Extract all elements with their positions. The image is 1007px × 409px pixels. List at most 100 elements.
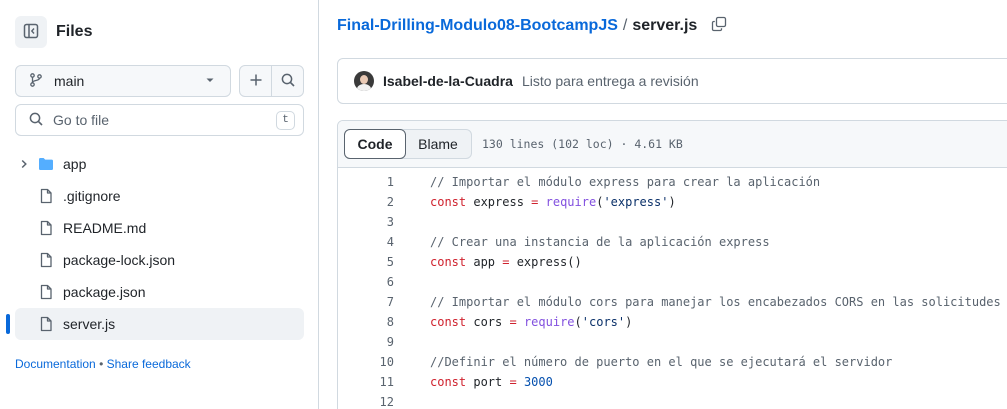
line-number[interactable]: 9: [338, 335, 394, 349]
branch-selector[interactable]: main: [15, 65, 231, 97]
tree-actions: [239, 65, 304, 97]
line-number[interactable]: 12: [338, 395, 394, 409]
search-icon: [280, 72, 296, 91]
search-icon: [28, 111, 44, 130]
line-number[interactable]: 3: [338, 215, 394, 229]
code-token: // Importar el módulo express para crear…: [430, 175, 821, 189]
code-lines: 1 // Importar el módulo express para crea…: [338, 168, 1007, 409]
code-token: cors: [466, 315, 510, 329]
search-code-button[interactable]: [272, 66, 303, 96]
line-content: // Importar el módulo express para crear…: [430, 175, 820, 189]
footer-separator: •: [99, 357, 104, 371]
line-content: const cors = require('cors'): [430, 315, 632, 329]
current-file-name: server.js: [632, 17, 698, 34]
file-icon: [38, 220, 54, 236]
tree-item-app[interactable]: app: [15, 148, 304, 180]
repo-link[interactable]: Final-Drilling-Modulo08-BootcampJS: [337, 17, 618, 35]
tree-item-gitignore[interactable]: .gitignore: [15, 180, 304, 212]
commit-author[interactable]: Isabel-de-la-Cuadra: [383, 73, 513, 89]
sidebar-header: Files: [15, 16, 92, 48]
code-token: ): [625, 315, 633, 329]
line-content: const port = 3000: [430, 375, 553, 389]
code-token: =: [509, 375, 517, 389]
file-icon: [38, 316, 54, 332]
active-item-indicator: [6, 314, 10, 334]
file-tree-sidebar: Files main Go to file t app .gitignore R…: [0, 0, 319, 409]
tree-item-readme[interactable]: README.md: [15, 212, 304, 244]
tree-item-label: README.md: [63, 220, 147, 236]
code-token: const: [430, 195, 467, 209]
branch-toolbar: main: [15, 65, 304, 97]
line-number[interactable]: 6: [338, 275, 394, 289]
code-token: const: [430, 375, 467, 389]
documentation-link[interactable]: Documentation: [15, 357, 96, 371]
code-line: 2 const express = require('express'): [338, 192, 1007, 212]
code-line: 12: [338, 392, 1007, 409]
code-token: require: [523, 315, 575, 329]
code-line: 7 // Importar el módulo cors para manejar…: [338, 292, 1007, 312]
plus-icon: [248, 72, 264, 91]
line-number[interactable]: 5: [338, 255, 394, 269]
code-line: 5 const app = express(): [338, 252, 1007, 272]
tab-blame[interactable]: Blame: [405, 130, 471, 158]
tree-item-package-lock[interactable]: package-lock.json: [15, 244, 304, 276]
line-number[interactable]: 2: [338, 195, 394, 209]
git-branch-icon: [28, 72, 44, 91]
breadcrumb-separator: /: [622, 17, 628, 34]
code-line: 4 // Crear una instancia de la aplicación…: [338, 232, 1007, 252]
commit-message[interactable]: Listo para entrega a revisión: [522, 73, 699, 89]
file-icon: [38, 284, 54, 300]
code-token: // Crear una instancia de la aplicación …: [430, 235, 770, 249]
keyboard-shortcut-hint: t: [276, 110, 295, 130]
tree-item-label: .gitignore: [63, 188, 121, 204]
copy-icon: [711, 16, 727, 37]
code-line: 1 // Importar el módulo express para crea…: [338, 172, 1007, 192]
avatar[interactable]: [354, 71, 374, 91]
add-file-button[interactable]: [240, 66, 272, 96]
line-content: // Crear una instancia de la aplicación …: [430, 235, 770, 249]
code-token: require: [545, 195, 597, 209]
file-stats: 130 lines (102 loc) · 4.61 KB: [482, 137, 683, 151]
chevron-right-icon[interactable]: [16, 158, 32, 170]
code-token: ): [668, 195, 676, 209]
line-number[interactable]: 8: [338, 315, 394, 329]
line-number[interactable]: 4: [338, 235, 394, 249]
line-number[interactable]: 10: [338, 355, 394, 369]
collapse-sidebar-button[interactable]: [15, 16, 47, 48]
code-token: =: [509, 315, 517, 329]
code-token: (: [574, 315, 582, 329]
tab-code[interactable]: Code: [344, 129, 406, 159]
sidebar-title: Files: [56, 23, 93, 40]
code-token: const: [430, 255, 467, 269]
code-token: express(): [509, 255, 582, 269]
code-viewer-header: Code Blame 130 lines (102 loc) · 4.61 KB: [338, 121, 1007, 168]
share-feedback-link[interactable]: Share feedback: [107, 357, 191, 371]
code-line: 8 const cors = require('cors'): [338, 312, 1007, 332]
code-token: 'express': [603, 195, 669, 209]
code-token: express: [466, 195, 532, 209]
go-to-file-input[interactable]: [53, 112, 276, 128]
line-content: const express = require('express'): [430, 195, 676, 209]
line-content: // Importar el módulo cors para manejar …: [430, 295, 1001, 309]
breadcrumb: Final-Drilling-Modulo08-BootcampJS / ser…: [337, 15, 727, 37]
line-number[interactable]: 1: [338, 175, 394, 189]
file-icon: [38, 252, 54, 268]
line-content: const app = express(): [430, 255, 582, 269]
copy-path-button[interactable]: [711, 16, 727, 37]
tree-item-label: server.js: [63, 316, 116, 332]
code-token: 'cors': [581, 315, 626, 329]
file-icon: [38, 188, 54, 204]
tree-item-server-js[interactable]: server.js: [6, 308, 304, 340]
code-token: const: [430, 315, 467, 329]
line-number[interactable]: 11: [338, 375, 394, 389]
sidebar-toggle-icon: [23, 23, 39, 42]
line-content: //Definir el número de puerto en el que …: [430, 355, 892, 369]
go-to-file-field[interactable]: t: [15, 104, 304, 136]
tree-item-package[interactable]: package.json: [15, 276, 304, 308]
tree-item-label: app: [63, 156, 87, 172]
line-number[interactable]: 7: [338, 295, 394, 309]
code-token: port: [466, 375, 510, 389]
